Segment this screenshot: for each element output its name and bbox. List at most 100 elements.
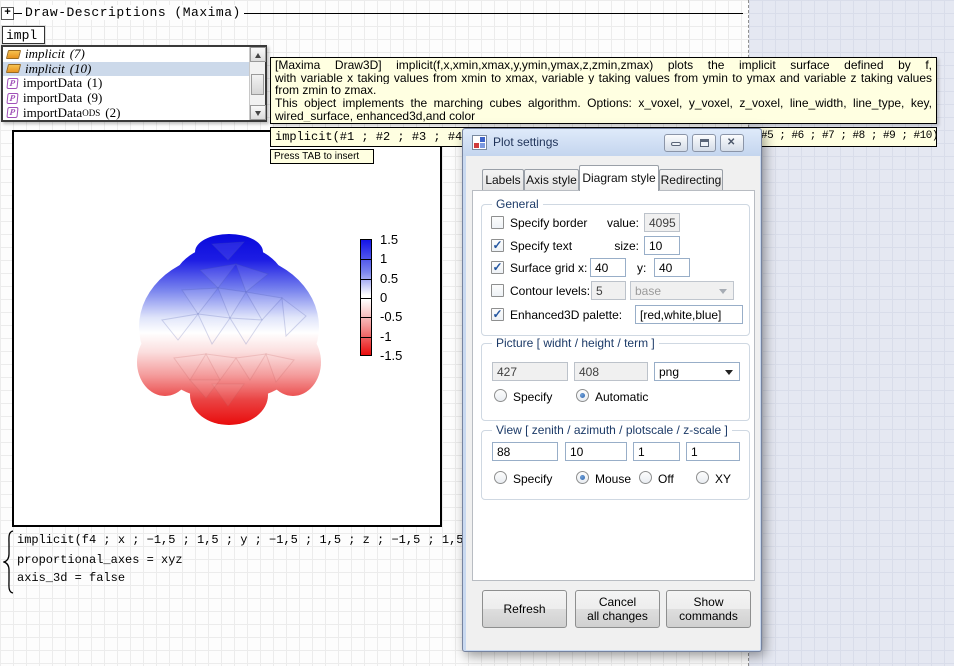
button-label: Show — [667, 595, 750, 609]
palette-field[interactable]: [red,white,blue] — [635, 305, 743, 324]
scrollbar[interactable] — [249, 47, 265, 120]
list-item[interactable]: importData (9) — [3, 91, 249, 106]
tab-redirecting[interactable]: Redirecting — [659, 169, 723, 190]
radio-view-xy[interactable] — [696, 471, 709, 484]
button-label: all changes — [576, 609, 659, 623]
radio-view-off[interactable] — [639, 471, 652, 484]
chevron-down-icon — [719, 289, 727, 294]
list-item-count: (10) — [70, 61, 92, 77]
tab-labels[interactable]: Labels — [482, 169, 524, 190]
cancel-all-changes-button[interactable]: Cancel all changes — [575, 590, 660, 628]
view-plotscale-field[interactable]: 1 — [633, 442, 680, 461]
checkbox-specify-text[interactable] — [491, 239, 504, 252]
colorbar-tick: 1 — [380, 251, 420, 265]
minimize-button[interactable] — [664, 134, 688, 152]
grid-y-field[interactable]: 40 — [654, 258, 690, 277]
radio-label: Specify — [513, 390, 552, 404]
function-icon — [6, 64, 21, 73]
tab-axis-style[interactable]: Axis style — [524, 169, 579, 190]
dialog-titlebar[interactable]: Plot settings — [463, 129, 761, 156]
autocomplete-list[interactable]: implicit (7) implicit (10) importData (1… — [1, 45, 267, 122]
tab-page-diagram-style: General Specify border value: 4095 Speci… — [472, 190, 755, 581]
radio-picture-specify[interactable] — [494, 389, 507, 402]
section-title: Draw-Descriptions (Maxima) — [22, 5, 244, 20]
list-item-count: (1) — [87, 75, 102, 91]
list-item[interactable]: implicit (7) — [3, 47, 249, 62]
arrow-up-icon — [255, 53, 261, 58]
dialog-client-area: Labels Axis style Diagram style Redirect… — [466, 156, 760, 650]
list-item-label: implicit — [25, 46, 65, 62]
system-brace-icon — [3, 530, 15, 594]
refresh-button[interactable]: Refresh — [482, 590, 567, 628]
autocomplete-input[interactable]: impl — [2, 26, 45, 44]
checkbox-specify-border[interactable] — [491, 216, 504, 229]
colorbar-divider — [361, 337, 371, 338]
plot-canvas[interactable]: 1.5 1 0.5 0 -0.5 -1 -1.5 — [12, 130, 442, 527]
view-zenith-field[interactable]: 88 — [492, 442, 558, 461]
colorbar-tick: 1.5 — [380, 232, 420, 246]
field-label: value: — [593, 216, 639, 230]
maximize-button[interactable] — [692, 134, 716, 152]
view-zscale-field[interactable]: 1 — [686, 442, 740, 461]
colorbar-tick: -1 — [380, 329, 420, 343]
radio-label: Automatic — [595, 390, 648, 404]
list-item-selected[interactable]: implicit (10) — [3, 62, 249, 77]
tooltip-line: from zmin to zmax. — [275, 84, 932, 97]
tooltip-line: with variable x taking values from xmin … — [275, 72, 932, 85]
button-label: commands — [667, 609, 750, 623]
radio-picture-automatic[interactable] — [576, 389, 589, 402]
checkbox-label: Specify text — [510, 239, 572, 253]
chevron-down-icon — [725, 370, 733, 375]
picture-width-field[interactable]: 427 — [492, 362, 568, 381]
dialog-title: Plot settings — [493, 135, 558, 149]
plugin-icon — [6, 78, 18, 89]
code-line: proportional_axes = xyz — [17, 553, 183, 567]
checkbox-contour-levels[interactable] — [491, 284, 504, 297]
radio-label: Mouse — [595, 472, 631, 486]
view-azimuth-field[interactable]: 10 — [565, 442, 627, 461]
picture-height-field[interactable]: 408 — [574, 362, 648, 381]
list-item-count: (9) — [87, 90, 102, 106]
arrow-down-icon — [255, 111, 261, 116]
radio-label: Off — [658, 472, 674, 486]
grid-x-field[interactable]: 40 — [590, 258, 626, 277]
collapse-expander-icon[interactable]: + — [1, 7, 14, 20]
field-label: size: — [593, 239, 639, 253]
scrollbar-up-button[interactable] — [250, 47, 266, 62]
picture-term-dropdown[interactable]: png — [654, 362, 740, 381]
minimize-icon — [671, 142, 681, 146]
radio-view-specify[interactable] — [494, 471, 507, 484]
scrollbar-thumb[interactable] — [251, 74, 264, 95]
radio-view-mouse[interactable] — [576, 471, 589, 484]
contour-base-dropdown[interactable]: base — [630, 281, 734, 300]
tooltip-line: wired_surface, enhanced3d,and color — [275, 110, 932, 123]
checkbox-enhanced3d-palette[interactable] — [491, 308, 504, 321]
group-picture: Picture [ widht / height / term ] — [481, 343, 750, 421]
tooltip-line: This object implements the marching cube… — [275, 97, 932, 110]
list-item[interactable]: importData (1) — [3, 76, 249, 91]
list-item-label: implicit — [25, 61, 65, 77]
function-icon — [6, 50, 21, 59]
plugin-icon — [6, 93, 18, 104]
worksheet-canvas: + Draw-Descriptions (Maxima) impl implic… — [0, 0, 954, 666]
border-value-field[interactable]: 4095 — [644, 213, 680, 232]
button-label: Cancel — [576, 595, 659, 609]
close-button[interactable] — [720, 134, 744, 152]
colorbar-tick: 0.5 — [380, 271, 420, 285]
list-item-count: (2) — [105, 105, 120, 121]
checkbox-surface-grid[interactable] — [491, 261, 504, 274]
contour-levels-field[interactable]: 5 — [591, 281, 626, 300]
tab-diagram-style[interactable]: Diagram style — [579, 165, 659, 191]
list-item-count: (7) — [70, 46, 85, 62]
show-commands-button[interactable]: Show commands — [666, 590, 751, 628]
colorbar — [360, 239, 372, 356]
scrollbar-down-button[interactable] — [250, 105, 266, 120]
snippet-right-text: #5 ; #6 ; #7 ; #8 ; #9 ; #10) — [761, 130, 937, 142]
list-item[interactable]: importData ODS (2) — [3, 105, 249, 120]
group-legend: View [ zenith / azimuth / plotscale / z-… — [492, 423, 732, 437]
plot-settings-dialog[interactable]: Plot settings Labels Axis style Diagram … — [462, 128, 762, 652]
form-icon — [472, 135, 487, 150]
plugin-icon — [6, 107, 18, 118]
checkbox-label: Specify border — [510, 216, 587, 230]
text-size-field[interactable]: 10 — [644, 236, 680, 255]
